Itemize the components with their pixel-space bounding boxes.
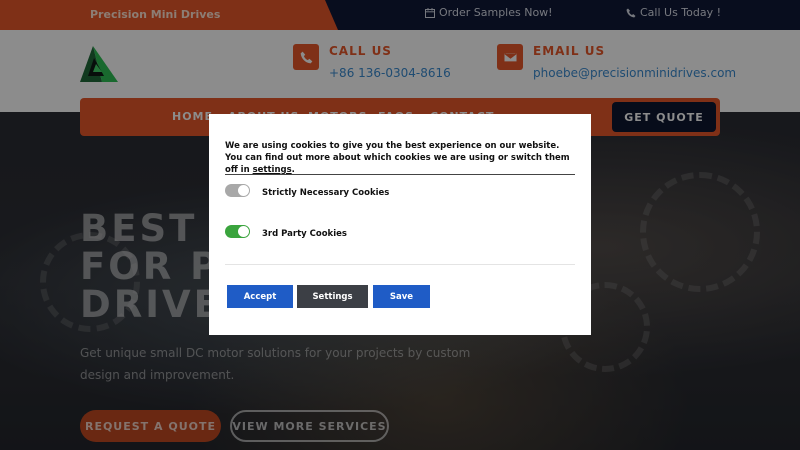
toggle-knob [238, 185, 249, 196]
settings-button[interactable]: Settings [297, 285, 368, 308]
divider [225, 174, 575, 175]
strict-cookies-toggle[interactable] [225, 184, 250, 197]
third-party-cookies-label: 3rd Party Cookies [262, 229, 347, 239]
cookie-message-line2: You can find out more about which cookie… [225, 152, 580, 176]
cookie-message-line1: We are using cookies to give you the bes… [225, 141, 560, 151]
divider [225, 264, 575, 265]
third-party-cookies-toggle[interactable] [225, 225, 250, 238]
toggle-knob [238, 226, 249, 237]
accept-button[interactable]: Accept [227, 285, 293, 308]
save-button[interactable]: Save [373, 285, 430, 308]
strict-cookies-label: Strictly Necessary Cookies [262, 188, 390, 198]
cookie-consent-modal: We are using cookies to give you the bes… [209, 114, 591, 335]
cookie-message: We are using cookies to give you the bes… [225, 140, 580, 176]
